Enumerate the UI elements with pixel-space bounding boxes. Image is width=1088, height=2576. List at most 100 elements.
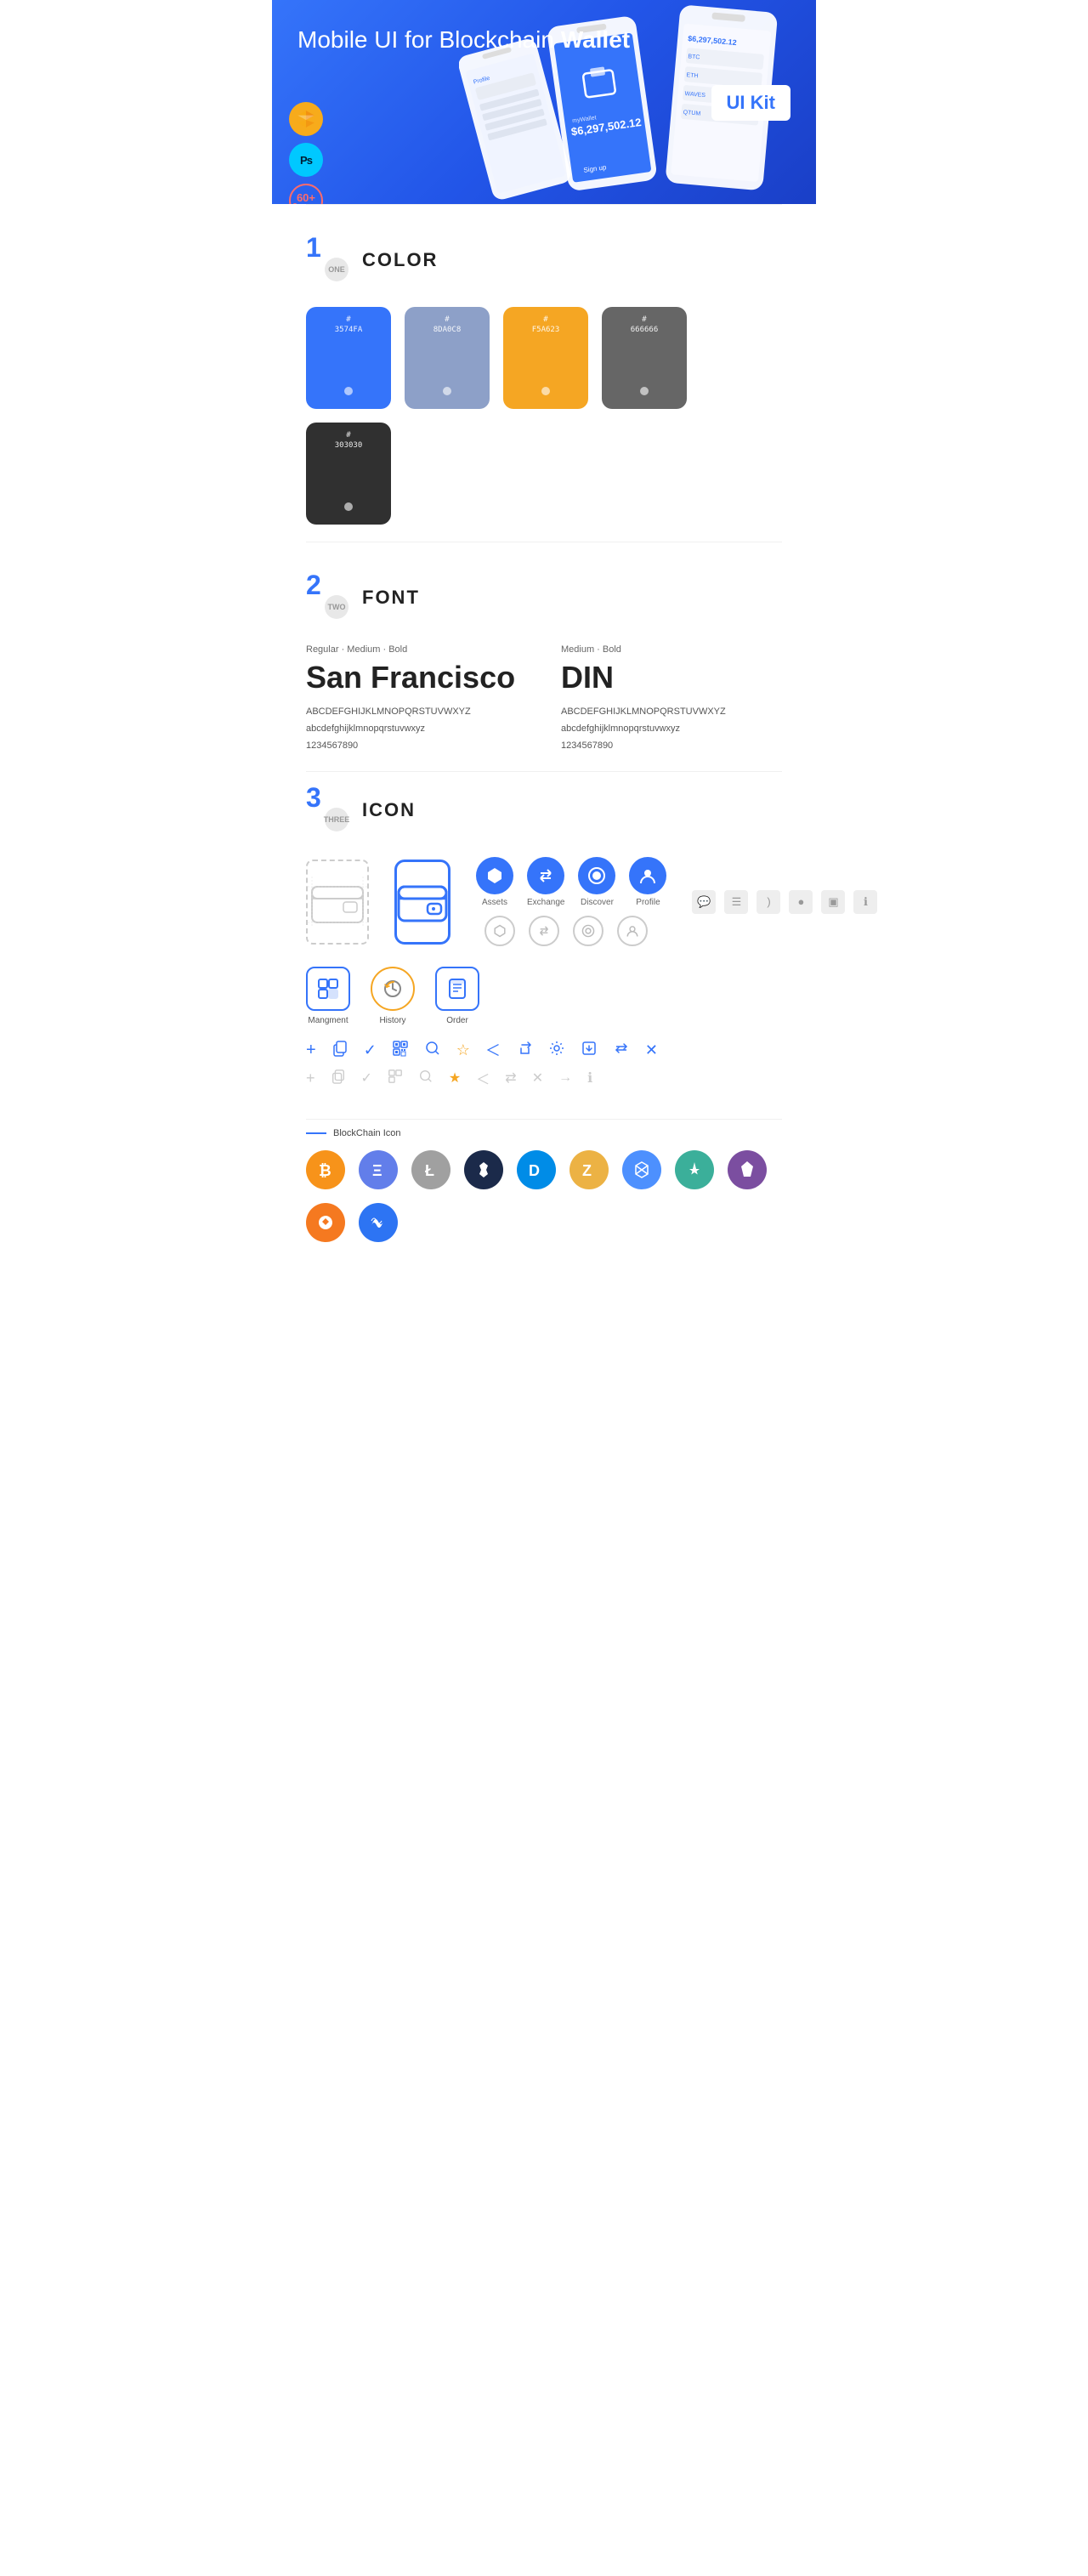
ethereum-icon: Ξ bbox=[359, 1150, 398, 1189]
font-chars-upper-din: ABCDEFGHIJKLMNOPQRSTUVWXYZ bbox=[561, 704, 782, 721]
blockchain-section: BlockChain Icon ₿ Ξ Ł D Z bbox=[272, 1120, 816, 1276]
discover-icon-item: Discover bbox=[578, 857, 615, 907]
management-icon-item: Mangment bbox=[306, 967, 350, 1025]
swatch-orange: #F5A623 bbox=[503, 307, 588, 409]
font-chars-lower-sf: abcdefghijklmnopqrstuvwxyz bbox=[306, 721, 527, 738]
font-chars-num-sf: 1234567890 bbox=[306, 738, 527, 755]
order-icon-item: Order bbox=[435, 967, 479, 1025]
color-swatches: #3574FA #8DA0C8 #F5A623 #666666 #303030 bbox=[306, 307, 782, 525]
discover-icon bbox=[578, 857, 615, 894]
icon-section: 3 THREE ICON bbox=[272, 772, 816, 1119]
export-icon bbox=[581, 1040, 598, 1061]
copy-icon-inactive bbox=[331, 1069, 346, 1088]
extra-icons-col: 💬 ☰ ) ● ▣ ℹ bbox=[692, 890, 877, 914]
font-chars-upper-sf: ABCDEFGHIJKLMNOPQRSTUVWXYZ bbox=[306, 704, 527, 721]
share-icon bbox=[516, 1040, 533, 1061]
search-icon bbox=[424, 1040, 441, 1061]
gear-icon bbox=[548, 1040, 565, 1061]
font-name-din: DIN bbox=[561, 660, 782, 695]
wallet-icon-wireframe bbox=[306, 860, 369, 945]
swatch-dot bbox=[640, 387, 649, 395]
icon-section-number: 3 THREE bbox=[306, 789, 348, 831]
svg-text:ETH: ETH bbox=[686, 72, 699, 79]
small-icons-active-row: + ✓ ☆ ＜ ✕ bbox=[306, 1039, 782, 1061]
dash-icon: D bbox=[517, 1150, 556, 1189]
wallet-icon-solid bbox=[394, 860, 450, 945]
svg-text:₿: ₿ bbox=[319, 1162, 332, 1179]
font-din: Medium · Bold DIN ABCDEFGHIJKLMNOPQRSTUV… bbox=[561, 644, 782, 754]
profile-label: Profile bbox=[636, 898, 660, 907]
circle-icon: ● bbox=[789, 890, 813, 914]
font-section-number: 2 TWO bbox=[306, 576, 348, 619]
ps-badge: Ps bbox=[289, 143, 323, 177]
crypto-icons-row: ₿ Ξ Ł D Z bbox=[306, 1150, 782, 1242]
history-icon-item: History bbox=[371, 967, 415, 1025]
color-section: 1 ONE COLOR #3574FA #8DA0C8 #F5A623 #666… bbox=[272, 205, 816, 542]
assets-label: Assets bbox=[482, 898, 507, 907]
ui-kit-badge: UI Kit bbox=[711, 85, 790, 121]
font-style-sf: Regular · Medium · Bold bbox=[306, 644, 527, 655]
management-icon bbox=[306, 967, 350, 1011]
swatch-dot bbox=[344, 387, 353, 395]
qr-icon-inactive bbox=[388, 1069, 403, 1088]
info-icon: ℹ bbox=[853, 890, 877, 914]
waves-icon bbox=[359, 1203, 398, 1242]
swatch-blue: #3574FA bbox=[306, 307, 391, 409]
order-label: Order bbox=[446, 1016, 468, 1025]
hero-title-regular: Mobile UI for Blockchain bbox=[298, 26, 561, 53]
color-section-number: 1 ONE bbox=[306, 239, 348, 281]
font-section-title: FONT bbox=[362, 587, 420, 609]
stack-icon: ☰ bbox=[724, 890, 748, 914]
sketch-badge bbox=[289, 102, 323, 136]
discover-label: Discover bbox=[581, 898, 614, 907]
swatch-dot bbox=[344, 502, 353, 511]
dark-coin-icon bbox=[464, 1150, 503, 1189]
copy-icon bbox=[332, 1040, 348, 1061]
hero-title-bold: Wallet bbox=[561, 26, 630, 53]
exchange-icon bbox=[527, 857, 564, 894]
back-icon: ＜ bbox=[485, 1039, 501, 1061]
qr-icon bbox=[392, 1040, 409, 1061]
arrows-icon-inactive: ⇄ bbox=[505, 1070, 516, 1087]
check-icon: ✓ bbox=[364, 1041, 377, 1059]
blockchain-label-line bbox=[306, 1132, 326, 1134]
check-icon-inactive: ✓ bbox=[361, 1070, 372, 1087]
history-label: History bbox=[379, 1016, 405, 1025]
font-section: 2 TWO FONT Regular · Medium · Bold San F… bbox=[272, 542, 816, 771]
swatch-dot bbox=[541, 387, 550, 395]
svg-text:Ł: Ł bbox=[425, 1162, 434, 1179]
assets-icon bbox=[476, 857, 513, 894]
badge-icons: Ps 60+ Screens bbox=[289, 102, 323, 204]
blockchain-label-text: BlockChain Icon bbox=[333, 1128, 401, 1138]
profile-icon-item: Profile bbox=[629, 857, 666, 907]
exchange-label: Exchange bbox=[527, 898, 564, 907]
font-name-sf: San Francisco bbox=[306, 660, 527, 695]
info-icon-inactive: ℹ bbox=[587, 1070, 592, 1087]
search-icon-inactive bbox=[418, 1069, 434, 1088]
plus-icon: + bbox=[306, 1041, 316, 1060]
exchange-icon-outline bbox=[529, 916, 559, 946]
assets-icon-item: Assets bbox=[476, 857, 513, 907]
nav-icons-group: Assets Exchange Discover bbox=[476, 857, 666, 946]
star-icon-active: ★ bbox=[449, 1070, 461, 1087]
svg-text:Z: Z bbox=[582, 1162, 592, 1179]
swatch-gray: #666666 bbox=[602, 307, 687, 409]
hero-section: Mobile UI for Blockchain Wallet UI Kit P… bbox=[272, 0, 816, 204]
close-icon: ✕ bbox=[645, 1041, 658, 1059]
app-icons-row: Mangment History bbox=[306, 967, 782, 1025]
color-section-title: COLOR bbox=[362, 249, 438, 271]
svg-text:Ξ: Ξ bbox=[372, 1162, 382, 1179]
gem-icon bbox=[728, 1150, 767, 1189]
transfer-icon bbox=[613, 1040, 630, 1061]
swatch-dark: #303030 bbox=[306, 423, 391, 525]
exchange-icon-item: Exchange bbox=[527, 857, 564, 907]
litecoin-icon: Ł bbox=[411, 1150, 450, 1189]
font-style-din: Medium · Bold bbox=[561, 644, 782, 655]
profile-icon-outline bbox=[617, 916, 648, 946]
icon-section-header: 3 THREE ICON bbox=[306, 789, 782, 831]
profile-icon bbox=[629, 857, 666, 894]
font-chars-lower-din: abcdefghijklmnopqrstuvwxyz bbox=[561, 721, 782, 738]
discover-icon-outline bbox=[573, 916, 604, 946]
management-label: Mangment bbox=[308, 1016, 348, 1025]
small-icons-inactive-row: + ✓ ★ ＜ ⇄ ✕ → ℹ bbox=[306, 1068, 782, 1088]
